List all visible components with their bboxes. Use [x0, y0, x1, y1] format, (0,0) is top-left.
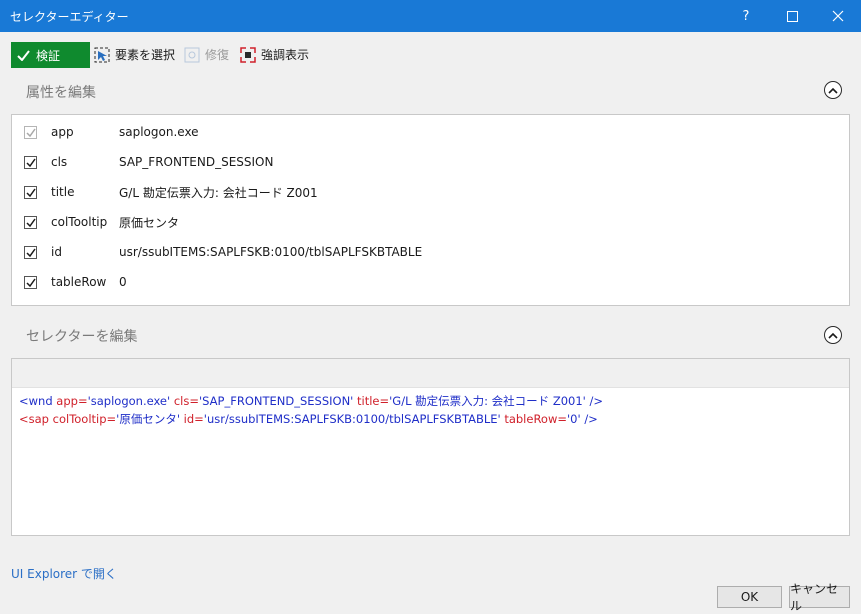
close-button[interactable]: [815, 0, 861, 32]
attribute-row-title: title G/L 勘定伝票入力: 会社コード Z001: [12, 177, 849, 207]
attribute-checkbox-id[interactable]: [24, 245, 37, 259]
validate-button[interactable]: 検証: [11, 42, 90, 68]
checkmark-icon: [17, 49, 30, 61]
attribute-checkbox-cls[interactable]: [24, 155, 37, 169]
repair-button[interactable]: 修復: [184, 46, 229, 63]
select-target-icon: [94, 47, 110, 62]
attributes-panel: app saplogon.exe cls SAP_FRONTEND_SESSIO…: [11, 114, 850, 306]
check-icon: [25, 128, 36, 137]
repair-icon: [184, 47, 200, 62]
selector-attr-name: cls=: [173, 394, 199, 408]
selector-attr-name: tableRow=: [504, 412, 568, 426]
highlight-icon: [240, 46, 256, 63]
selector-attr-value: '原価センタ': [116, 412, 184, 426]
selector-attr-name: app=: [56, 394, 88, 408]
attribute-row-tablerow: tableRow 0: [12, 267, 849, 297]
title-bar: セレクターエディター ?: [0, 0, 861, 32]
selector-attr-value: 'SAP_FRONTEND_SESSION': [198, 394, 357, 408]
selector-line-sap: <sap colTooltip='原価センタ' id='usr/ssubITEM…: [19, 411, 598, 427]
attribute-name: colTooltip: [51, 215, 108, 229]
attribute-row-app: app saplogon.exe: [12, 117, 849, 147]
attribute-value: 0: [119, 275, 127, 289]
attribute-checkbox-tablerow[interactable]: [24, 275, 37, 289]
attribute-value: saplogon.exe: [119, 125, 199, 139]
ui-explorer-link[interactable]: UI Explorer で開く: [11, 565, 117, 582]
maximize-icon: [786, 10, 798, 22]
selector-attr-value: 'saplogon.exe': [87, 394, 174, 408]
selector-editor-header: [12, 359, 849, 388]
attribute-name: cls: [51, 155, 68, 169]
selector-section-title: セレクターを編集: [26, 329, 138, 345]
attribute-row-coltooltip: colTooltip 原価センタ: [12, 207, 849, 237]
toolbar: 検証 要素を選択 修復 強調表示: [0, 32, 861, 72]
attributes-section-title: 属性を編集: [26, 85, 96, 101]
selector-tag-open: <wnd: [19, 394, 57, 408]
highlight-label: 強調表示: [261, 48, 310, 62]
close-icon: [832, 10, 844, 22]
attribute-checkbox-title[interactable]: [24, 185, 37, 199]
attribute-name: id: [51, 245, 62, 259]
selector-attr-name: title=: [357, 394, 390, 408]
window-title: セレクターエディター: [10, 10, 129, 24]
validate-label: 検証: [36, 48, 61, 63]
check-icon: [25, 188, 36, 197]
attribute-checkbox-app[interactable]: [24, 125, 37, 139]
selector-attr-name: id=: [183, 412, 204, 426]
attribute-value: 原価センタ: [119, 215, 180, 230]
selector-attr-value: 'G/L 勘定伝票入力: 会社コード Z001': [389, 394, 590, 408]
attribute-name: tableRow: [51, 275, 107, 289]
chevron-up-icon: [828, 332, 838, 339]
attribute-name: app: [51, 125, 74, 139]
selector-editor[interactable]: <wnd app='saplogon.exe' cls='SAP_FRONTEN…: [11, 358, 850, 536]
selector-tag-close: />: [589, 394, 603, 408]
attribute-checkbox-coltooltip[interactable]: [24, 215, 37, 229]
cancel-button[interactable]: キャンセル: [789, 582, 850, 613]
check-icon: [25, 278, 36, 287]
selector-attr-value: '0': [567, 412, 585, 426]
collapse-attributes-button[interactable]: [824, 81, 842, 99]
selector-line-wnd: <wnd app='saplogon.exe' cls='SAP_FRONTEN…: [19, 393, 603, 409]
check-icon: [25, 218, 36, 227]
select-element-button[interactable]: 要素を選択: [94, 46, 175, 63]
help-button[interactable]: ?: [723, 0, 769, 32]
ok-button[interactable]: OK: [717, 586, 782, 608]
attribute-row-id: id usr/ssubITEMS:SAPLFSKB:0100/tblSAPLFS…: [12, 237, 849, 267]
highlight-button[interactable]: 強調表示: [240, 46, 309, 63]
check-icon: [25, 158, 36, 167]
selector-attr-name: colTooltip=: [52, 412, 117, 426]
selector-tag-open: <sap: [19, 412, 53, 426]
attribute-name: title: [51, 185, 75, 199]
selector-tag-close: />: [584, 412, 598, 426]
select-element-label: 要素を選択: [115, 48, 176, 62]
selector-attr-value: 'usr/ssubITEMS:SAPLFSKB:0100/tblSAPLFSKB…: [203, 412, 505, 426]
maximize-button[interactable]: [769, 0, 815, 32]
chevron-up-icon: [828, 87, 838, 94]
check-icon: [25, 248, 36, 257]
attribute-value: G/L 勘定伝票入力: 会社コード Z001: [119, 185, 318, 200]
attribute-value: SAP_FRONTEND_SESSION: [119, 155, 274, 169]
attribute-row-cls: cls SAP_FRONTEND_SESSION: [12, 147, 849, 177]
attribute-value: usr/ssubITEMS:SAPLFSKB:0100/tblSAPLFSKBT…: [119, 245, 423, 259]
repair-label: 修復: [205, 48, 230, 62]
collapse-selector-button[interactable]: [824, 326, 842, 344]
